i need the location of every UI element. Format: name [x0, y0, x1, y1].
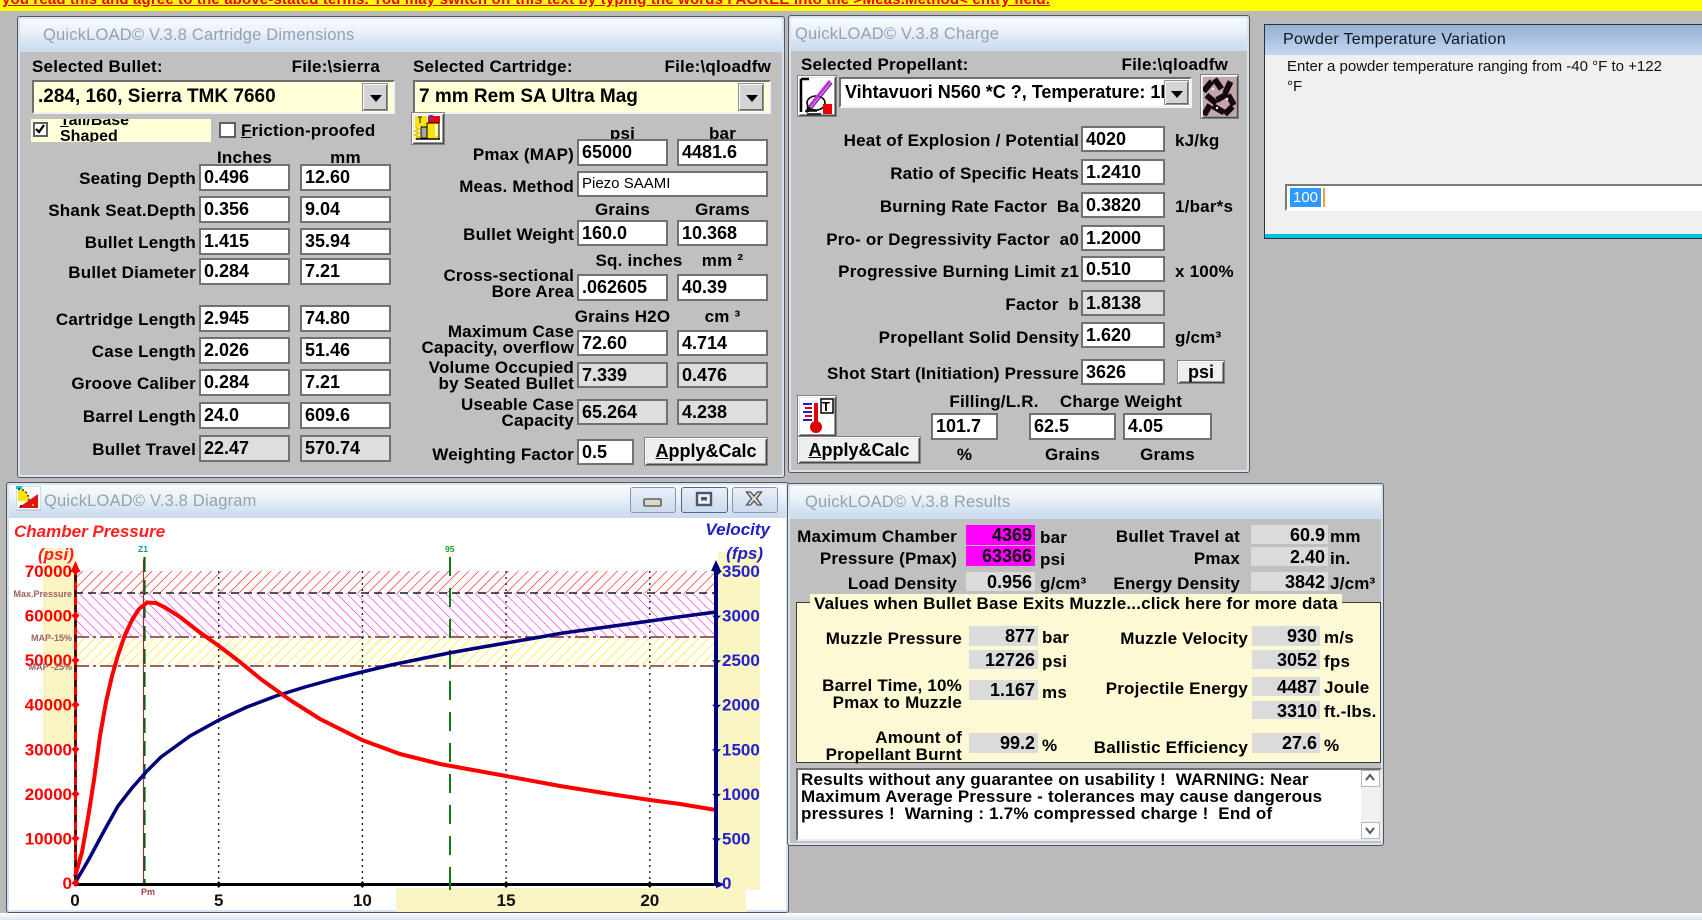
svg-text:T: T: [822, 399, 830, 414]
svg-text:Z1: Z1: [138, 544, 148, 554]
svg-text:0: 0: [722, 874, 731, 893]
svg-text:1500: 1500: [722, 740, 760, 759]
svg-text:0: 0: [70, 891, 79, 910]
svg-text:3000: 3000: [722, 607, 760, 626]
svg-text:2500: 2500: [722, 651, 760, 670]
svg-text:5: 5: [214, 891, 223, 910]
svg-text:60000: 60000: [25, 607, 72, 626]
svg-text:Max.Pressure: Max.Pressure: [13, 589, 72, 599]
svg-text:MAP -25%: MAP -25%: [29, 662, 72, 672]
svg-text:(fps): (fps): [726, 544, 763, 563]
svg-text:95: 95: [445, 544, 455, 554]
svg-text:1000: 1000: [722, 785, 760, 804]
svg-text:20: 20: [640, 891, 659, 910]
svg-text:Chamber Pressure: Chamber Pressure: [14, 522, 165, 541]
svg-text:10000: 10000: [25, 830, 72, 849]
svg-text:15: 15: [497, 891, 516, 910]
svg-text:Velocity: Velocity: [705, 520, 771, 539]
svg-text:(psi): (psi): [38, 545, 74, 564]
svg-text:30000: 30000: [25, 740, 72, 759]
svg-text:2000: 2000: [722, 696, 760, 715]
svg-text:20000: 20000: [25, 785, 72, 804]
svg-text:Pm: Pm: [141, 887, 155, 897]
svg-text:10: 10: [353, 891, 372, 910]
svg-text:3500: 3500: [722, 562, 760, 581]
svg-text:70000: 70000: [25, 562, 72, 581]
svg-text:MAP-15%: MAP-15%: [31, 633, 72, 643]
svg-text:40000: 40000: [25, 696, 72, 715]
svg-text:500: 500: [722, 830, 750, 849]
